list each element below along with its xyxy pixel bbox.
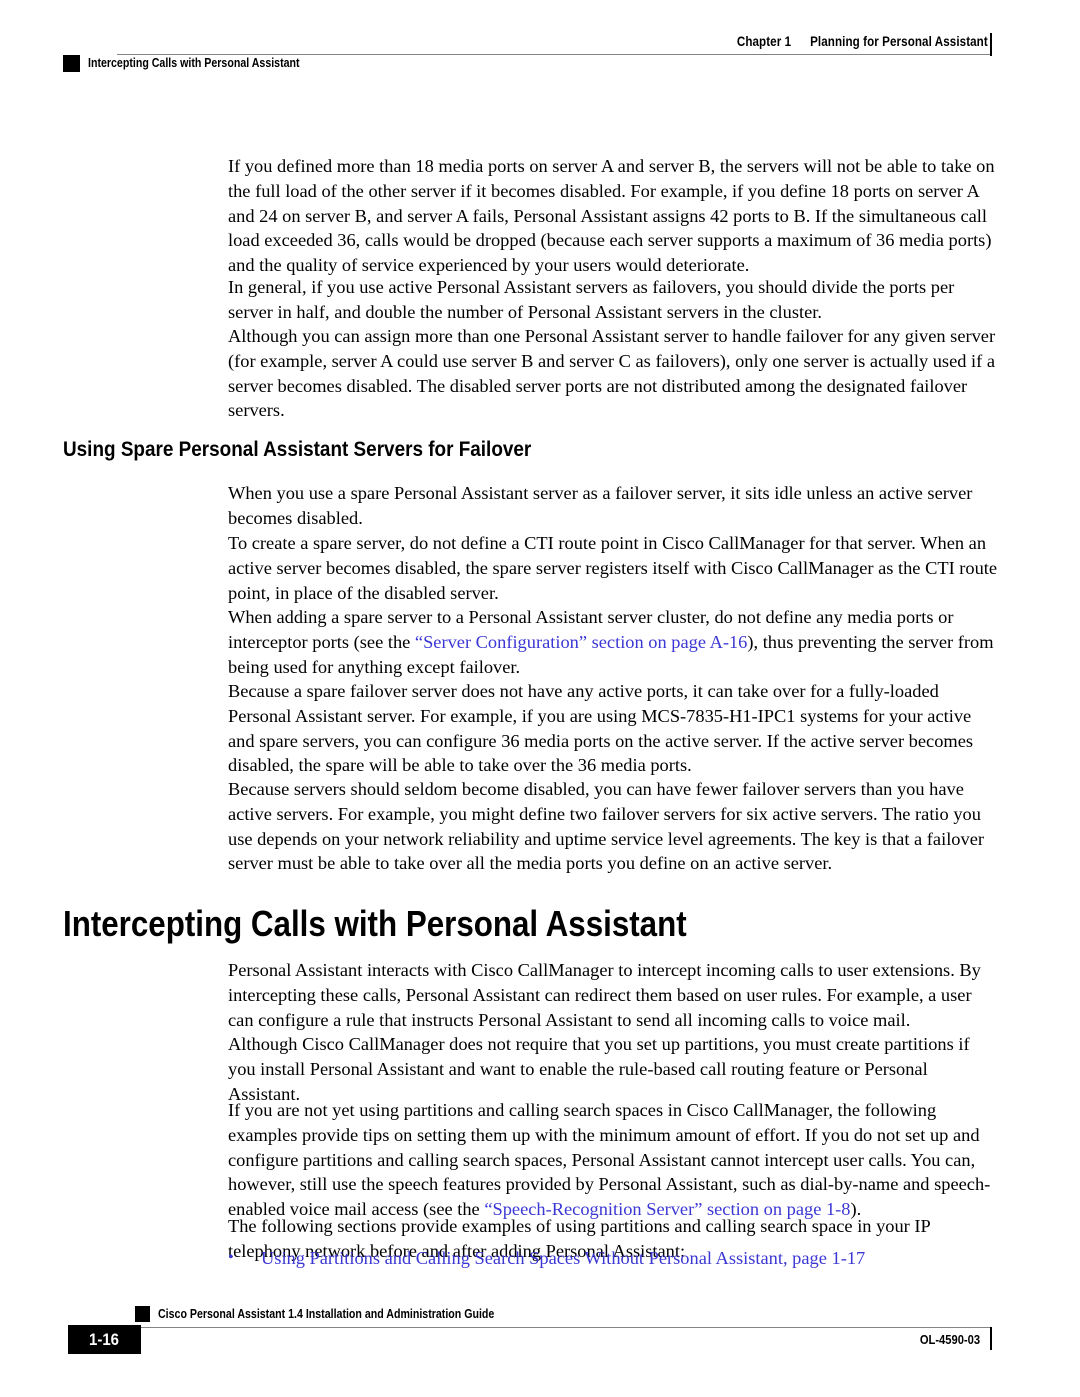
footer-page-number: 1-16 xyxy=(68,1325,141,1354)
header-chapter-title: Planning for Personal Assistant xyxy=(810,34,988,49)
footer-guide-title: Cisco Personal Assistant 1.4 Installatio… xyxy=(158,1307,495,1321)
paragraph-spare-fully-loaded: Because a spare failover server does not… xyxy=(228,681,974,776)
link-using-partitions-without-pa[interactable]: Using Partitions and Calling Search Spac… xyxy=(261,1246,1000,1271)
paragraph-not-yet-using-partitions: If you are not yet using partitions and … xyxy=(228,1098,1000,1221)
header-tab-marker-icon xyxy=(63,55,80,72)
footer-document-id: OL-4590-03 xyxy=(919,1332,980,1347)
paragraph-spare-sits-idle: When you use a spare Personal Assistant … xyxy=(228,483,973,528)
header-chapter-reference: Chapter 1 Planning for Personal Assistant xyxy=(737,34,988,49)
header-rule-end-cap xyxy=(990,33,992,56)
paragraph-create-spare-server: To create a spare server, do not define … xyxy=(228,533,998,603)
paragraph-fewer-failover-servers: Because servers should seldom become dis… xyxy=(228,779,984,874)
paragraph-failover-media-ports: If you defined more than 18 media ports … xyxy=(228,156,995,275)
paragraph-partitions-required: Although Cisco CallManager does not requ… xyxy=(228,1034,970,1104)
footer-tab-marker-icon xyxy=(135,1306,150,1322)
document-page: Chapter 1 Planning for Personal Assistant… xyxy=(0,0,1080,1397)
header-running-section: Intercepting Calls with Personal Assista… xyxy=(88,56,300,70)
paragraph-pa-intercepts-calls: Personal Assistant interacts with Cisco … xyxy=(228,960,981,1030)
header-chapter-number: Chapter 1 xyxy=(737,34,792,49)
bullet-dot-icon: • xyxy=(228,1249,234,1266)
link-server-configuration-section[interactable]: “Server Configuration” section on page A… xyxy=(415,632,747,652)
heading-using-spare-servers: Using Spare Personal Assistant Servers f… xyxy=(63,436,532,461)
footer-page-number-text: 1-16 xyxy=(89,1329,120,1349)
heading-intercepting-calls: Intercepting Calls with Personal Assista… xyxy=(63,903,687,945)
paragraph-divide-ports-general: In general, if you use active Personal A… xyxy=(228,277,955,322)
page-header: Chapter 1 Planning for Personal Assistant… xyxy=(0,0,1080,90)
header-divider-rule xyxy=(117,54,990,55)
paragraph-multiple-failover-servers: Although you can assign more than one Pe… xyxy=(228,326,996,421)
footer-rule-end-cap xyxy=(990,1327,992,1350)
list-item-using-partitions-without-pa[interactable]: • Using Partitions and Calling Search Sp… xyxy=(228,1246,1000,1271)
footer-divider-rule xyxy=(140,1327,990,1328)
paragraph-adding-spare-server: When adding a spare server to a Personal… xyxy=(228,605,1000,679)
